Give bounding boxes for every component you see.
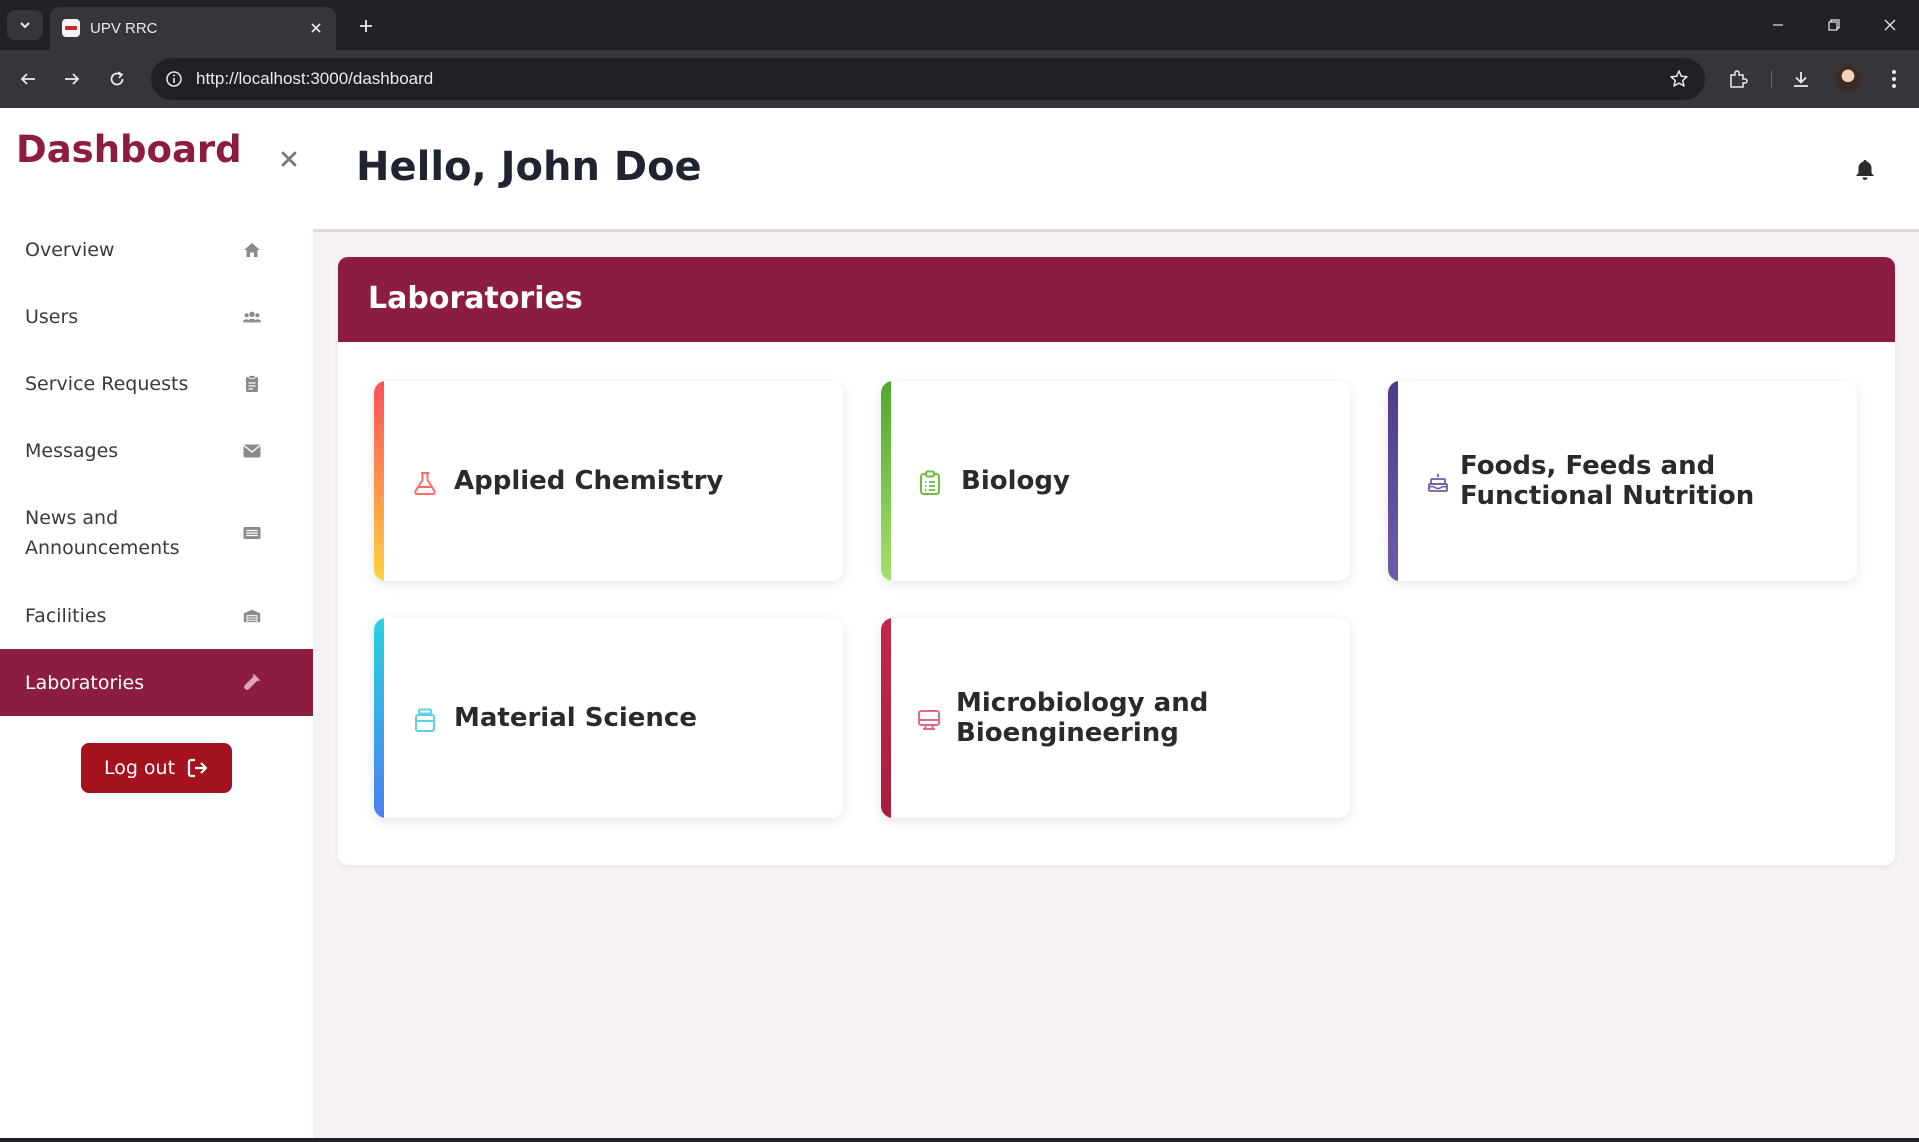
restore-icon <box>1828 19 1840 31</box>
clipboard-list-icon <box>916 469 944 497</box>
sidebar-item-label: News and Announcements <box>25 507 180 559</box>
sidebar-item-label: Messages <box>25 439 119 462</box>
url-text[interactable]: http://localhost:3000/dashboard <box>196 69 433 89</box>
reload-icon <box>110 71 124 86</box>
sidebar-title: Dashboard <box>16 128 242 171</box>
bell-icon <box>1856 160 1874 180</box>
plus-icon <box>360 20 372 32</box>
sidebar-item-overview[interactable]: Overview <box>0 216 313 283</box>
favicon-icon <box>62 19 80 37</box>
sidebar-item-label: Service Requests <box>25 372 189 395</box>
sidebar: Dashboard Overview Users Service Request… <box>0 108 313 1138</box>
flask-icon <box>411 469 439 497</box>
tab-close-icon[interactable] <box>306 18 326 38</box>
page-greeting: Hello, John Doe <box>356 144 702 190</box>
minimize-button[interactable] <box>1760 10 1796 40</box>
lab-name: Applied Chemistry <box>454 466 724 496</box>
dashboard-page: Dashboard Overview Users Service Request… <box>0 108 1919 1138</box>
card-accent-stripe <box>1388 381 1398 581</box>
logout-button[interactable]: Log out <box>81 743 232 793</box>
kebab-menu-icon <box>1892 70 1896 88</box>
close-icon <box>1884 19 1896 31</box>
top-bar: Hello, John Doe <box>313 108 1919 232</box>
new-tab-button[interactable] <box>352 12 380 40</box>
sidebar-close-button[interactable] <box>277 147 301 171</box>
lab-name: Biology <box>961 466 1070 496</box>
tab-title: UPV RRC <box>90 20 158 37</box>
lab-name: Microbiology and Bioengineering <box>956 688 1209 748</box>
laboratories-title: Laboratories <box>368 281 583 316</box>
sidebar-item-news-and-announcements[interactable]: News and Announcements <box>0 484 313 582</box>
warehouse-icon <box>243 607 261 625</box>
envelope-icon <box>243 442 261 460</box>
monitor-icon <box>915 706 943 734</box>
puzzle-icon <box>1730 70 1748 88</box>
home-icon <box>243 241 261 259</box>
browser-tab[interactable]: UPV RRC <box>50 7 336 50</box>
arrow-left-icon <box>20 73 35 85</box>
users-icon <box>243 308 261 326</box>
forward-button[interactable] <box>57 64 87 94</box>
newspaper-icon <box>243 524 261 542</box>
laboratories-header: Laboratories <box>338 257 1895 342</box>
sidebar-item-messages[interactable]: Messages <box>0 417 313 484</box>
browser-tabstrip: UPV RRC <box>0 0 1919 50</box>
card-accent-stripe <box>881 618 891 818</box>
clipboard-icon <box>243 374 261 393</box>
browser-toolbar: http://localhost:3000/dashboard <box>0 50 1919 108</box>
back-button[interactable] <box>13 64 43 94</box>
address-bar[interactable]: http://localhost:3000/dashboard <box>151 58 1705 100</box>
toolbar-separator <box>1771 70 1772 88</box>
site-info-icon[interactable] <box>161 66 187 92</box>
profile-avatar[interactable] <box>1835 66 1861 92</box>
close-icon <box>281 151 297 167</box>
downloads-button[interactable] <box>1786 64 1816 94</box>
lab-card-microbiology-and-bioengineering[interactable]: Microbiology and Bioengineering <box>881 618 1350 818</box>
card-accent-stripe <box>374 618 384 818</box>
lab-card-material-science[interactable]: Material Science <box>374 618 843 818</box>
sidebar-nav: Overview Users Service Requests Messages <box>0 216 313 716</box>
lab-card-foods-feeds-and-functional-nutrition[interactable]: Foods, Feeds and Functional Nutrition <box>1388 381 1857 581</box>
lab-name: Foods, Feeds and Functional Nutrition <box>1460 451 1755 511</box>
sidebar-item-label: Laboratories <box>25 671 145 694</box>
flask-icon <box>243 673 261 692</box>
lab-name: Material Science <box>454 703 697 733</box>
sidebar-item-label: Overview <box>25 238 115 261</box>
sidebar-item-users[interactable]: Users <box>0 283 313 350</box>
chevron-down-icon <box>20 22 30 29</box>
laboratories-panel: Laboratories Applied Chemistry Biology F… <box>338 257 1895 865</box>
logout-label: Log out <box>103 757 176 779</box>
card-accent-stripe <box>881 381 891 581</box>
minimize-icon <box>1773 24 1783 26</box>
arrow-right-icon <box>65 73 80 85</box>
close-window-button[interactable] <box>1872 10 1908 40</box>
cake-icon <box>1424 469 1452 497</box>
sidebar-item-service-requests[interactable]: Service Requests <box>0 350 313 417</box>
jar-icon <box>411 706 439 734</box>
extensions-button[interactable] <box>1723 64 1753 94</box>
download-icon <box>1794 72 1808 87</box>
lab-card-applied-chemistry[interactable]: Applied Chemistry <box>374 381 843 581</box>
lab-card-biology[interactable]: Biology <box>881 381 1350 581</box>
tab-search-button[interactable] <box>7 10 43 40</box>
bookmark-star-icon[interactable] <box>1667 67 1691 91</box>
sidebar-item-laboratories[interactable]: Laboratories <box>0 649 313 716</box>
card-accent-stripe <box>374 381 384 581</box>
sidebar-item-label: Users <box>25 305 79 328</box>
sidebar-item-label: Facilities <box>25 604 107 627</box>
restore-button[interactable] <box>1816 10 1852 40</box>
sidebar-item-facilities[interactable]: Facilities <box>0 582 313 649</box>
reload-button[interactable] <box>102 64 132 94</box>
notifications-button[interactable] <box>1851 156 1879 184</box>
sign-out-icon <box>187 758 208 778</box>
browser-menu-button[interactable] <box>1879 64 1909 94</box>
